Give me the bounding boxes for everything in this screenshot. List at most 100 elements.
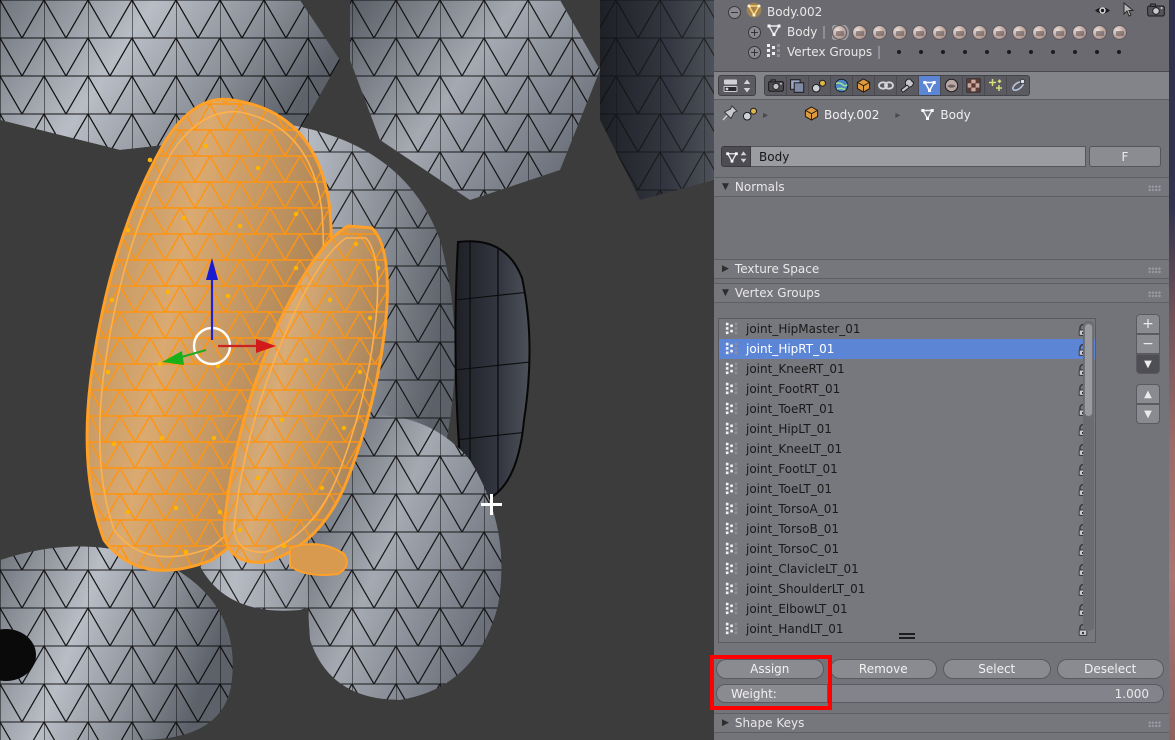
panel-header-texture-space[interactable]: ▶ Texture Space [714, 259, 1169, 279]
vertex-group-row[interactable]: joint_FootRT_01 [719, 379, 1095, 399]
vertex-group-row[interactable]: joint_ShoulderLT_01 [719, 579, 1095, 599]
vertex-group-list[interactable]: joint_HipMaster_01 joint_HipRT_01 joint_Kn… [718, 318, 1096, 643]
vertex-group-row[interactable]: joint_TorsoC_01 [719, 539, 1095, 559]
outliner-row-body[interactable]: + Body [714, 22, 1169, 42]
vertex-group-row[interactable]: joint_TorsoA_01 [719, 499, 1095, 519]
assign-button[interactable]: Assign [716, 659, 824, 679]
fake-user-button[interactable]: F [1089, 146, 1161, 167]
vertex-group-row[interactable]: joint_ToeLT_01 [719, 479, 1095, 499]
camera-icon[interactable] [1147, 2, 1165, 21]
material-slot-icon[interactable] [832, 24, 848, 40]
material-slot-icon[interactable] [872, 24, 888, 40]
mesh-name-input[interactable]: Body [751, 146, 1086, 167]
vertex-group-dot[interactable] [963, 50, 968, 54]
vertex-group-dot[interactable] [1051, 50, 1056, 54]
vertex-group-row[interactable]: joint_HipMaster_01 [719, 319, 1095, 339]
vertex-group-row[interactable]: joint_HipRT_01 [719, 339, 1095, 359]
material-slot-icon[interactable] [1072, 24, 1088, 40]
tab-world[interactable] [831, 76, 853, 95]
remove-vertex-group-button[interactable]: − [1136, 334, 1160, 354]
vertex-group-side-buttons[interactable]: + − ▼ ▲ ▼ [1136, 314, 1164, 424]
properties-editor-header[interactable] [714, 72, 1169, 100]
editor-type-selector[interactable] [718, 75, 756, 96]
material-slot-icon[interactable] [1112, 24, 1128, 40]
add-vertex-group-button[interactable]: + [1136, 314, 1160, 334]
collapse-icon[interactable]: − [728, 5, 741, 19]
tab-scene[interactable] [809, 76, 831, 95]
tab-material[interactable] [941, 76, 963, 95]
tab-constraints[interactable] [875, 76, 897, 95]
move-group-up-button[interactable]: ▲ [1136, 384, 1160, 404]
vertex-group-dot[interactable] [1117, 50, 1122, 54]
outliner-filter-tools[interactable] [1094, 1, 1165, 21]
expand-icon[interactable]: + [748, 25, 761, 39]
move-group-down-button[interactable]: ▼ [1136, 404, 1160, 424]
vertex-group-dot[interactable] [1095, 50, 1100, 54]
material-slot-icon[interactable] [852, 24, 868, 40]
tab-object-data[interactable] [919, 76, 941, 95]
tab-modifiers[interactable] [897, 76, 919, 95]
vertex-group-row[interactable]: joint_KneeLT_01 [719, 439, 1095, 459]
vertex-group-dot-list[interactable] [887, 50, 1122, 54]
weight-value-slider[interactable]: 1.000 [828, 684, 1164, 703]
tab-object[interactable] [853, 76, 875, 95]
vertex-group-dot[interactable] [897, 50, 902, 54]
tab-physics[interactable] [1007, 76, 1029, 95]
vertex-group-dot[interactable] [1029, 50, 1034, 54]
eye-icon[interactable] [1094, 2, 1111, 21]
vertex-group-dot[interactable] [919, 50, 924, 54]
vertex-group-list-scrollbar[interactable] [1083, 321, 1094, 631]
select-button[interactable]: Select [943, 659, 1051, 679]
breadcrumb[interactable]: ▸ Body.002 ▸ Body [714, 100, 1169, 130]
mesh-data-icon[interactable] [920, 106, 935, 125]
panel-header-shape-keys[interactable]: ▶ Shape Keys [714, 713, 1169, 733]
panel-header-normals[interactable]: ▼ Normals [714, 177, 1169, 197]
vertex-group-specials-menu[interactable]: ▼ [1136, 354, 1160, 374]
vertex-group-row[interactable]: joint_HipLT_01 [719, 419, 1095, 439]
material-slot-icon[interactable] [1092, 24, 1108, 40]
properties-tab-group[interactable] [764, 75, 1030, 96]
material-slot-icon[interactable] [912, 24, 928, 40]
vertex-group-row[interactable]: joint_FootLT_01 [719, 459, 1095, 479]
cursor-icon[interactable] [1123, 1, 1135, 21]
breadcrumb-item-data[interactable]: Body [940, 108, 970, 122]
material-slot-icon[interactable] [1032, 24, 1048, 40]
breadcrumb-item-object[interactable]: Body.002 [824, 108, 879, 122]
outliner-row-vertex-groups[interactable]: + Vertex Groups [714, 42, 1169, 62]
material-slot-icon[interactable] [972, 24, 988, 40]
vertex-group-dot[interactable] [941, 50, 946, 54]
material-slot-icon[interactable] [932, 24, 948, 40]
outliner-editor[interactable]: − Body.002 + Body + Vertex Groups [714, 0, 1169, 72]
scrollbar-thumb[interactable] [1084, 323, 1093, 417]
cube-icon[interactable] [804, 105, 819, 125]
vertex-group-action-row[interactable]: Assign Remove Select Deselect [716, 659, 1164, 679]
vertex-group-row[interactable]: joint_ToeRT_01 [719, 399, 1095, 419]
vertex-group-dot[interactable] [985, 50, 990, 54]
datablock-browse-button[interactable] [721, 146, 751, 167]
pin-icon[interactable] [722, 105, 738, 125]
vertex-group-row[interactable]: joint_ElbowLT_01 [719, 599, 1095, 619]
tab-render[interactable] [765, 76, 787, 95]
vertex-group-row[interactable]: joint_KneeRT_01 [719, 359, 1095, 379]
remove-button[interactable]: Remove [829, 659, 937, 679]
vertex-group-row[interactable]: joint_TorsoB_01 [719, 519, 1095, 539]
tab-render-layers[interactable] [787, 76, 809, 95]
vertex-group-row[interactable]: joint_ClavicleLT_01 [719, 559, 1095, 579]
tab-texture[interactable] [963, 76, 985, 95]
material-slot-icon[interactable] [1052, 24, 1068, 40]
datablock-name-row[interactable]: Body F [721, 146, 1161, 167]
tab-particles[interactable] [985, 76, 1007, 95]
panel-header-vertex-groups[interactable]: ▼ Vertex Groups [714, 283, 1169, 303]
vertex-group-dot[interactable] [1007, 50, 1012, 54]
material-slot-icon[interactable] [992, 24, 1008, 40]
weight-label[interactable]: Weight: [716, 684, 828, 703]
expand-icon[interactable]: + [748, 45, 761, 59]
material-slot-icon[interactable] [1012, 24, 1028, 40]
scene-icon[interactable] [742, 106, 758, 125]
material-slot-list[interactable] [832, 24, 1128, 40]
3d-viewport[interactable] [0, 0, 714, 740]
vertex-group-dot[interactable] [1073, 50, 1078, 54]
deselect-button[interactable]: Deselect [1056, 659, 1164, 679]
material-slot-icon[interactable] [892, 24, 908, 40]
material-slot-icon[interactable] [952, 24, 968, 40]
